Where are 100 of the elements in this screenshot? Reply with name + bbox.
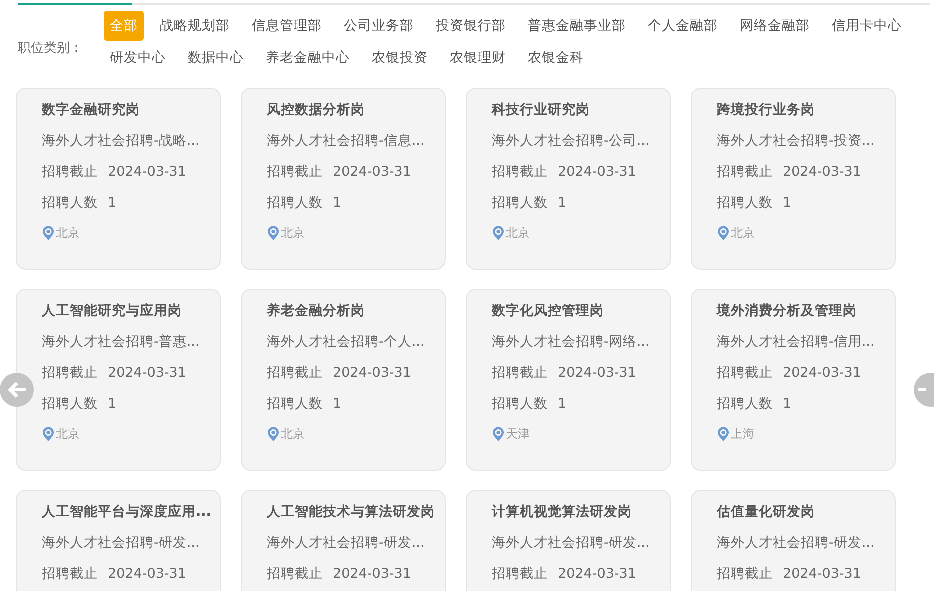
job-description: 海外人才社会招聘-普惠... bbox=[42, 333, 201, 352]
location-pin-icon bbox=[717, 426, 730, 442]
job-title: 风控数据分析岗 bbox=[267, 101, 366, 120]
deadline-label: 招聘截止 bbox=[717, 566, 773, 582]
location-pin-icon bbox=[492, 426, 505, 442]
category-tab[interactable]: 农银投资 bbox=[366, 43, 434, 73]
headcount-value: 1 bbox=[783, 396, 792, 412]
deadline-label: 招聘截止 bbox=[492, 566, 548, 582]
location-pin-icon bbox=[717, 226, 730, 240]
job-title: 人工智能技术与算法研发岗 bbox=[267, 503, 435, 522]
deadline-label: 招聘截止 bbox=[267, 365, 323, 381]
deadline-label: 招聘截止 bbox=[492, 365, 548, 381]
job-description: 海外人才社会招聘-公司... bbox=[492, 132, 651, 151]
category-tab[interactable]: 投资银行部 bbox=[430, 11, 512, 41]
job-title: 数字金融研究岗 bbox=[42, 101, 141, 120]
deadline-label: 招聘截止 bbox=[492, 164, 548, 180]
category-tab[interactable]: 农银理财 bbox=[444, 43, 512, 73]
category-tab[interactable]: 网络金融部 bbox=[734, 11, 816, 41]
job-card[interactable]: 估值量化研发岗 海外人才社会招聘-研发... 招聘截止 2024-03-31 bbox=[691, 490, 896, 591]
job-title: 人工智能研究与应用岗 bbox=[42, 302, 183, 321]
headcount-label: 招聘人数 bbox=[42, 396, 98, 412]
location-pin-icon bbox=[42, 426, 55, 442]
category-tab[interactable]: 研发中心 bbox=[104, 43, 172, 73]
job-location: 天津 bbox=[506, 426, 530, 443]
headcount-label: 招聘人数 bbox=[492, 396, 548, 412]
deadline-date: 2024-03-31 bbox=[108, 164, 186, 180]
deadline-label: 招聘截止 bbox=[42, 365, 98, 381]
job-card[interactable]: 人工智能研究与应用岗 海外人才社会招聘-普惠... 招聘截止 2024-03-31 招聘人数 1 北京 bbox=[16, 289, 221, 471]
job-card[interactable]: 数字化风控管理岗 海外人才社会招聘-网络... 招聘截止 2024-03-31 招聘人数 1 天津 bbox=[466, 289, 671, 471]
job-location: 北京 bbox=[56, 225, 80, 242]
location-pin-icon bbox=[492, 226, 505, 240]
category-tab[interactable]: 战略规划部 bbox=[154, 11, 236, 41]
headcount-label: 招聘人数 bbox=[717, 195, 773, 211]
location-pin-icon bbox=[267, 226, 280, 240]
category-tab[interactable]: 普惠金融事业部 bbox=[522, 11, 632, 41]
headcount-label: 招聘人数 bbox=[267, 195, 323, 211]
job-card[interactable]: 养老金融分析岗 海外人才社会招聘-个人... 招聘截止 2024-03-31 招聘人数 1 北京 bbox=[241, 289, 446, 471]
headcount-value: 1 bbox=[783, 195, 792, 211]
headcount-value: 1 bbox=[108, 195, 117, 211]
deadline-label: 招聘截止 bbox=[42, 164, 98, 180]
job-title: 跨境投行业务岗 bbox=[717, 101, 816, 120]
job-card[interactable]: 科技行业研究岗 海外人才社会招聘-公司... 招聘截止 2024-03-31 招聘人数 1 北京 bbox=[466, 88, 671, 270]
job-description: 海外人才社会招聘-研发... bbox=[267, 534, 426, 553]
deadline-date: 2024-03-31 bbox=[558, 164, 636, 180]
deadline-date: 2024-03-31 bbox=[783, 164, 862, 180]
job-title: 数字化风控管理岗 bbox=[492, 302, 605, 321]
job-title: 人工智能平台与深度应用... bbox=[42, 503, 210, 522]
headcount-label: 招聘人数 bbox=[267, 396, 323, 412]
job-description: 海外人才社会招聘-研发... bbox=[42, 534, 201, 553]
job-description: 海外人才社会招聘-信息... bbox=[267, 132, 426, 151]
job-description: 海外人才社会招聘-战略... bbox=[42, 132, 201, 151]
filter-label: 职位类别： bbox=[18, 40, 84, 58]
job-description: 海外人才社会招聘-研发... bbox=[492, 534, 651, 553]
headcount-value: 1 bbox=[333, 195, 342, 211]
next-button[interactable] bbox=[914, 372, 934, 408]
job-card[interactable]: 人工智能平台与深度应用... 海外人才社会招聘-研发... 招聘截止 2024-03-31 bbox=[16, 490, 221, 591]
job-location: 北京 bbox=[731, 225, 755, 242]
location-pin-icon bbox=[267, 426, 280, 442]
job-title: 计算机视觉算法研发岗 bbox=[492, 503, 633, 522]
headcount-label: 招聘人数 bbox=[492, 195, 548, 211]
deadline-label: 招聘截止 bbox=[717, 164, 773, 180]
category-tab[interactable]: 信用卡中心 bbox=[826, 11, 908, 41]
job-description: 海外人才社会招聘-研发... bbox=[717, 534, 876, 553]
job-card[interactable]: 跨境投行业务岗 海外人才社会招聘-投资... 招聘截止 2024-03-31 招聘人数 1 北京 bbox=[691, 88, 896, 270]
deadline-date: 2024-03-31 bbox=[108, 365, 186, 381]
job-title: 境外消费分析及管理岗 bbox=[717, 302, 858, 321]
location-pin-icon bbox=[42, 226, 55, 240]
deadline-date: 2024-03-31 bbox=[558, 365, 636, 381]
deadline-date: 2024-03-31 bbox=[333, 164, 412, 180]
deadline-label: 招聘截止 bbox=[267, 164, 323, 180]
headcount-value: 1 bbox=[333, 396, 342, 412]
job-description: 海外人才社会招聘-信用... bbox=[717, 333, 876, 352]
job-card[interactable]: 风控数据分析岗 海外人才社会招聘-信息... 招聘截止 2024-03-31 招聘人数 1 北京 bbox=[241, 88, 446, 270]
job-title: 估值量化研发岗 bbox=[717, 503, 816, 522]
headcount-value: 1 bbox=[558, 396, 567, 412]
headcount-label: 招聘人数 bbox=[42, 195, 98, 211]
category-tab[interactable]: 数据中心 bbox=[182, 43, 250, 73]
headcount-value: 1 bbox=[108, 396, 117, 412]
job-card[interactable]: 数字金融研究岗 海外人才社会招聘-战略... 招聘截止 2024-03-31 招聘人数 1 北京 bbox=[16, 88, 221, 270]
job-card[interactable]: 人工智能技术与算法研发岗 海外人才社会招聘-研发... 招聘截止 2024-03-31 bbox=[241, 490, 446, 591]
category-tab[interactable]: 信息管理部 bbox=[246, 11, 328, 41]
category-tab[interactable]: 养老金融中心 bbox=[260, 43, 356, 73]
headcount-label: 招聘人数 bbox=[717, 396, 773, 412]
job-card[interactable]: 境外消费分析及管理岗 海外人才社会招聘-信用... 招聘截止 2024-03-31 招聘人数 1 上海 bbox=[691, 289, 896, 471]
job-description: 海外人才社会招聘-个人... bbox=[267, 333, 426, 352]
job-location: 北京 bbox=[281, 225, 305, 242]
job-location: 北京 bbox=[56, 426, 80, 443]
category-tab[interactable]: 农银金科 bbox=[522, 43, 590, 73]
job-title: 科技行业研究岗 bbox=[492, 101, 591, 120]
job-description: 海外人才社会招聘-网络... bbox=[492, 333, 651, 352]
deadline-date: 2024-03-31 bbox=[783, 365, 862, 381]
deadline-label: 招聘截止 bbox=[267, 566, 323, 582]
deadline-label: 招聘截止 bbox=[717, 365, 773, 381]
category-tab[interactable]: 公司业务部 bbox=[338, 11, 420, 41]
job-card[interactable]: 计算机视觉算法研发岗 海外人才社会招聘-研发... 招聘截止 2024-03-31 bbox=[466, 490, 671, 591]
deadline-date: 2024-03-31 bbox=[558, 566, 636, 582]
job-location: 上海 bbox=[731, 426, 755, 443]
previous-button[interactable] bbox=[0, 372, 34, 408]
deadline-date: 2024-03-31 bbox=[108, 566, 186, 582]
category-tab[interactable]: 个人金融部 bbox=[642, 11, 724, 41]
